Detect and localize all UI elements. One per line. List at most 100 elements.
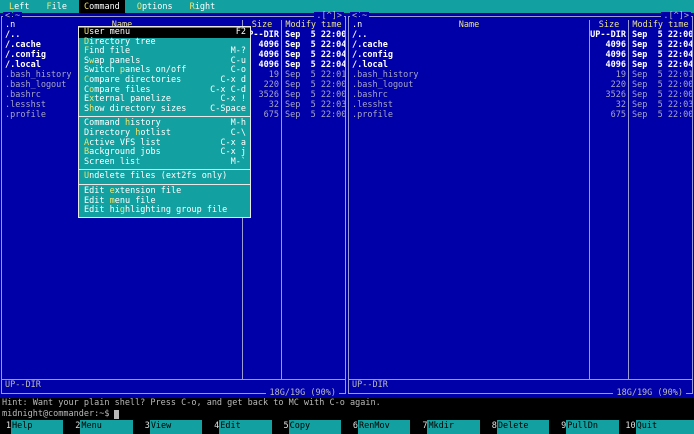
label-pre: Screen lis	[84, 156, 136, 167]
label-post: eft	[14, 1, 30, 12]
fkey-number: 8	[485, 420, 497, 434]
prompt-text: midnight@commander:~$	[2, 409, 110, 419]
file-name: .lesshst	[352, 100, 393, 110]
menu-item-show-directory-sizes[interactable]: Show directory sizes C-Space	[79, 104, 250, 115]
label-post: irectory tree	[89, 36, 156, 47]
fkey-pulldn-button[interactable]: 9 PullDn	[555, 420, 624, 434]
file-row[interactable]: /.local 4096 Sep 5 22:04	[349, 60, 692, 70]
fkey-mkdir-button[interactable]: 7 Mkdir	[416, 420, 485, 434]
menubar-item-right[interactable]: Right	[185, 0, 221, 13]
label-post: ight	[194, 1, 216, 12]
fkey-number: 5	[277, 420, 289, 434]
file-row[interactable]: .bashrc 3526 Sep 5 22:00	[349, 90, 692, 100]
column-header-name[interactable]: .n Name	[349, 20, 589, 30]
command-dropdown-menu: User menu F2 Directory tree Find file M-? Swa…	[78, 26, 251, 218]
history-back-button[interactable]: <	[3, 12, 13, 21]
file-mtime: Sep 5 22:00	[285, 30, 345, 40]
hotkey-char: t	[135, 156, 141, 167]
file-name: .bash_history	[352, 70, 419, 80]
function-key-bar: 1 Help 2 Menu 3 View 4 Edit 5 Copy 6 RenMov 7 Mkdir 8 D…	[0, 420, 694, 434]
label-post: ile	[51, 1, 67, 12]
panel-corner-buttons[interactable]: .[^]>	[661, 12, 691, 21]
menubar-item-options[interactable]: Options	[132, 0, 178, 13]
label-post: ternal panelize	[94, 94, 172, 105]
shell-prompt-line[interactable]: midnight@commander:~$	[0, 408, 694, 420]
fkey-label: PullDn	[566, 420, 619, 434]
fkey-renmov-button[interactable]: 6 RenMov	[347, 420, 416, 434]
menubar-item-file[interactable]: File	[41, 0, 71, 13]
fkey-quit-button[interactable]: 10 Quit	[624, 420, 694, 434]
disk-usage-indicator: 18G/19G (90%)	[266, 389, 339, 398]
fkey-help-button[interactable]: 1 Help	[0, 420, 69, 434]
file-row[interactable]: /.config 4096 Sep 5 22:04	[349, 50, 692, 60]
fkey-menu-button[interactable]: 2 Menu	[69, 420, 138, 434]
label-pre: Edit	[84, 185, 110, 196]
fkey-label: Quit	[635, 420, 694, 434]
file-mtime: Sep 5 22:04	[285, 50, 345, 60]
label-post: ser menu	[89, 27, 131, 37]
hint-text: Hint: Want your plain shell? Press C-o, …	[2, 398, 381, 408]
file-mtime: Sep 5 22:00	[632, 80, 692, 90]
menu-item-screen-list[interactable]: Screen list M-`	[79, 156, 250, 168]
file-name: /.config	[352, 50, 393, 60]
fkey-label: Edit	[219, 420, 272, 434]
label-post: ctive VFS list	[89, 137, 161, 148]
fkey-number: 6	[347, 420, 359, 434]
fkey-label: Mkdir	[427, 420, 480, 434]
file-name: /.local	[352, 60, 388, 70]
label-post: ind file	[89, 46, 131, 57]
file-size: 220	[589, 80, 629, 90]
file-row[interactable]: .bash_history 19 Sep 5 22:01	[349, 70, 692, 80]
menu-item-undelete-files-ext2fs-only-[interactable]: Undelete files (ext2fs only)	[79, 172, 250, 182]
file-mtime: Sep 5 22:01	[285, 70, 345, 80]
label-pre: Edit	[84, 195, 110, 206]
label-pre: Directory	[84, 127, 136, 138]
file-mtime: Sep 5 22:00	[285, 110, 345, 120]
panel-path[interactable]: ~	[13, 12, 23, 21]
panel-top-border: < ~ .[^]>	[0, 12, 347, 21]
panel-path[interactable]: ~	[360, 12, 370, 21]
menu-separator	[79, 183, 250, 185]
panel-bottom-border: 18G/19G (90%)	[0, 389, 347, 398]
fkey-copy-button[interactable]: 5 Copy	[277, 420, 347, 434]
history-back-button[interactable]: <	[350, 12, 360, 21]
menu-item-label: Edit highlighting group file	[84, 205, 227, 216]
menubar-item-command[interactable]: Command	[78, 0, 125, 13]
label-post: otlist	[140, 127, 172, 138]
label-pre: Edit hi	[84, 205, 120, 216]
file-mtime: Sep 5 22:04	[632, 50, 692, 60]
fkey-number: 2	[69, 420, 81, 434]
label-post: xtension file	[114, 185, 182, 196]
label-post: mpare files	[94, 84, 151, 95]
file-mtime: Sep 5 22:00	[285, 80, 345, 90]
menu-item-shortcut: F2	[235, 27, 246, 37]
file-size: 3526	[589, 90, 629, 100]
menu-item-edit-highlighting-group-file[interactable]: Edit highlighting group file	[79, 205, 250, 216]
label-post: enu file	[114, 195, 156, 206]
menu-item-label: Screen list	[84, 156, 141, 168]
file-mtime: Sep 5 22:00	[632, 90, 692, 100]
label-post: istory	[130, 118, 161, 129]
column-header-size[interactable]: Size	[589, 20, 629, 30]
column-header-time[interactable]: Modify time	[282, 20, 345, 30]
file-row[interactable]: /.cache 4096 Sep 5 22:04	[349, 40, 692, 50]
file-mtime: Sep 5 22:00	[632, 110, 692, 120]
file-row[interactable]: .bash_logout 220 Sep 5 22:00	[349, 80, 692, 90]
file-mtime: Sep 5 22:04	[285, 40, 345, 50]
fkey-edit-button[interactable]: 4 Edit	[208, 420, 277, 434]
label-pre: Command	[84, 118, 125, 129]
menu-separator	[79, 169, 250, 171]
sort-indicator: .n	[352, 20, 363, 30]
panel-corner-buttons[interactable]: .[^]>	[314, 12, 344, 21]
column-header-time[interactable]: Modify time	[629, 20, 692, 30]
file-size: 4096	[589, 40, 629, 50]
file-size: 4096	[589, 50, 629, 60]
fkey-delete-button[interactable]: 8 Delete	[485, 420, 555, 434]
label-post: ackground jobs	[89, 147, 161, 158]
file-size: 4096	[589, 60, 629, 70]
file-row[interactable]: /.. UP--DIR Sep 5 22:00	[349, 30, 692, 40]
file-row[interactable]: .profile 675 Sep 5 22:00	[349, 110, 692, 120]
fkey-view-button[interactable]: 3 View	[138, 420, 208, 434]
label-post: ap panels	[94, 55, 141, 66]
file-row[interactable]: .lesshst 32 Sep 5 22:03	[349, 100, 692, 110]
